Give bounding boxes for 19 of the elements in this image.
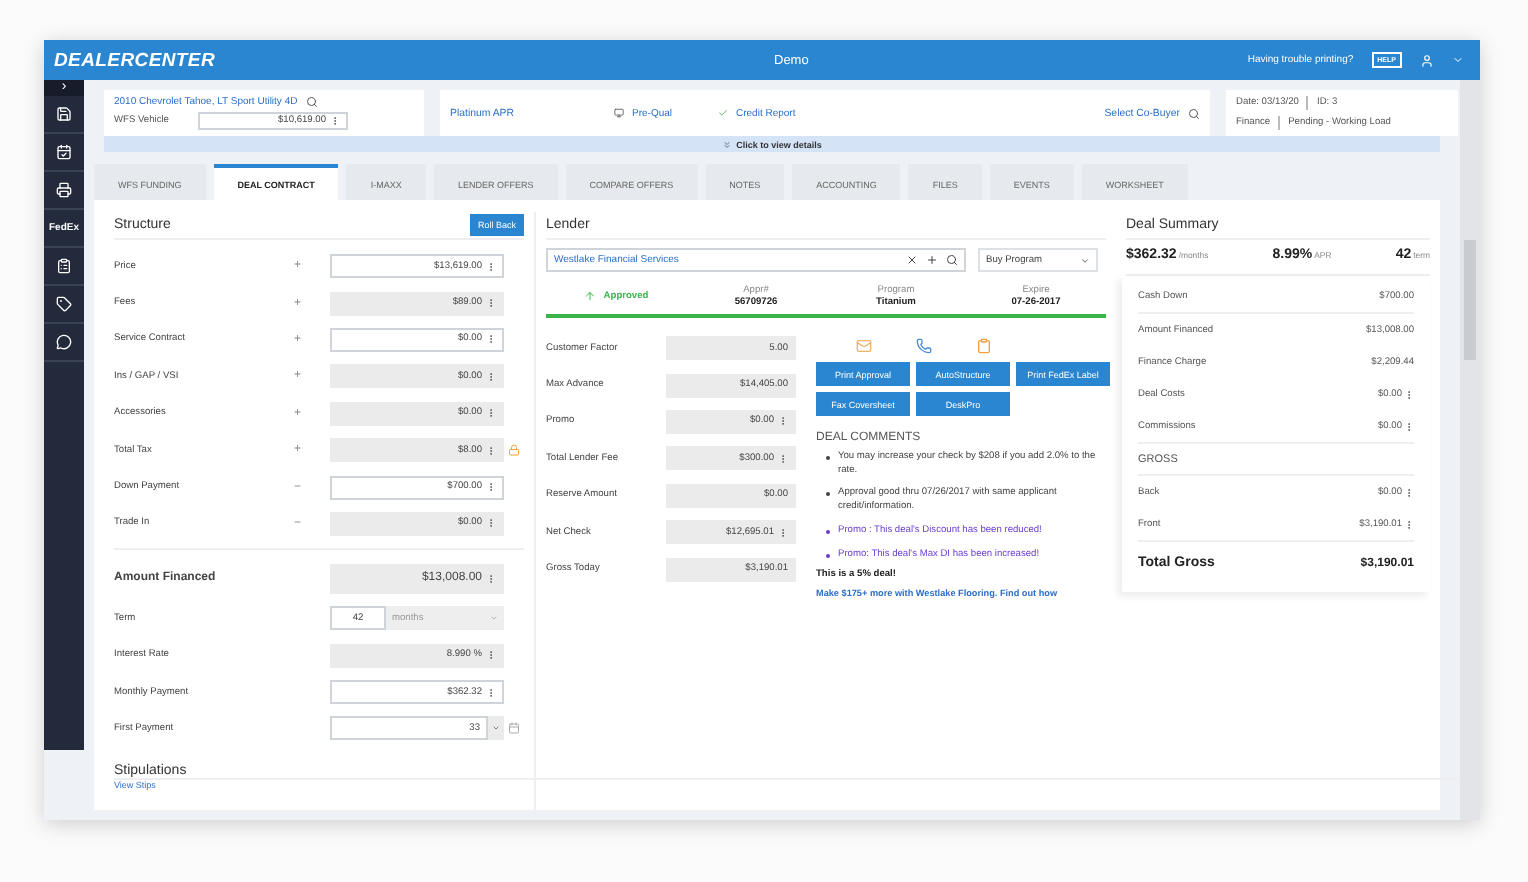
lock-icon[interactable] (508, 444, 520, 457)
search-icon[interactable] (305, 96, 318, 108)
clear-icon[interactable] (906, 254, 918, 266)
tag-icon[interactable] (56, 296, 72, 312)
clipboard-icon[interactable] (976, 338, 992, 354)
save-icon[interactable] (56, 106, 72, 122)
chevrons-down-icon (722, 139, 733, 149)
logo: DEALERCENTER (54, 49, 216, 71)
search-icon[interactable] (1188, 107, 1200, 119)
phone-icon[interactable] (916, 338, 932, 354)
check-icon (718, 108, 728, 118)
chat-icon[interactable] (56, 334, 72, 350)
user-icon[interactable] (1419, 53, 1434, 67)
caret-icon (1080, 255, 1090, 265)
plus-icon[interactable] (926, 254, 938, 266)
search-icon[interactable] (946, 254, 958, 266)
up-arrow-icon (583, 290, 596, 302)
scrollbar[interactable] (1460, 80, 1480, 820)
printer-icon[interactable] (56, 182, 72, 198)
